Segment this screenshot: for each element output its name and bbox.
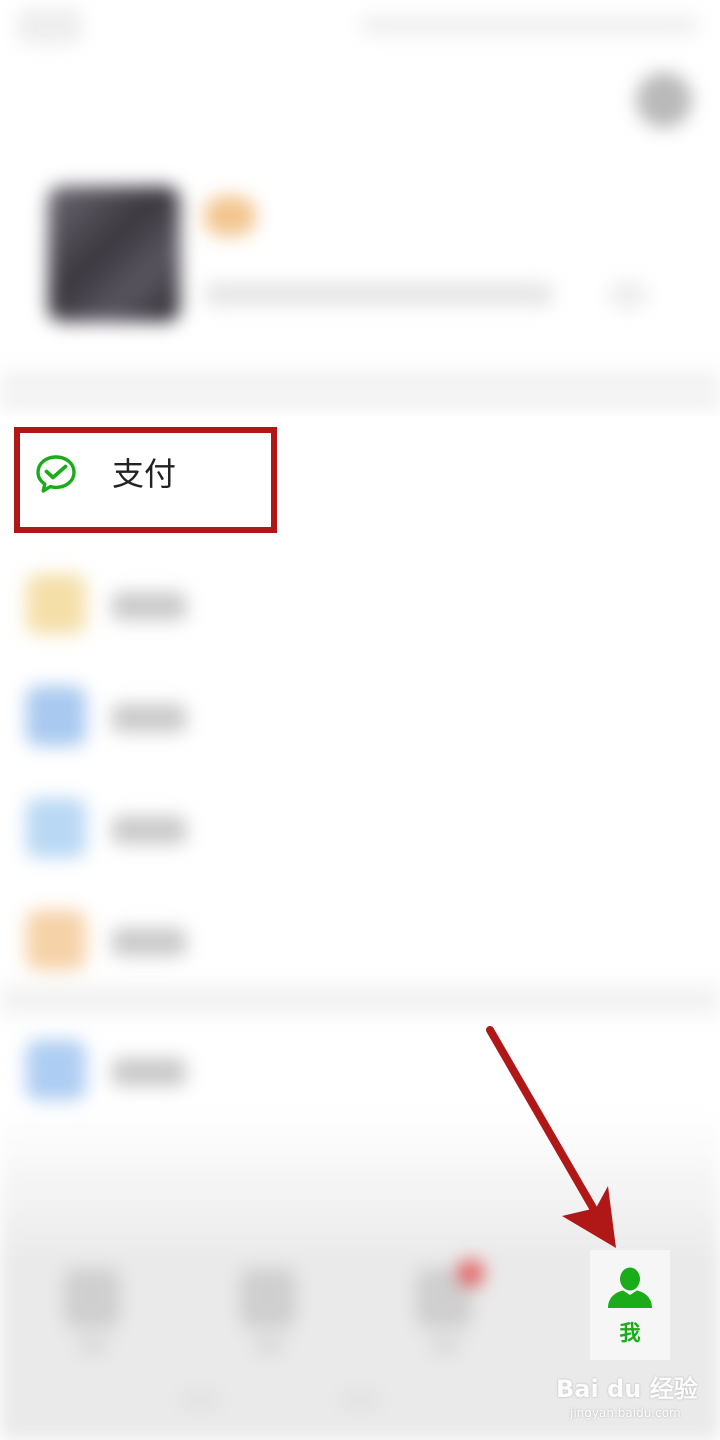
annotation-arrow <box>486 1026 616 1248</box>
list-item-label <box>112 1058 186 1086</box>
cards-icon <box>26 798 86 858</box>
profile-subtitle <box>204 282 554 306</box>
person-icon <box>608 1267 652 1308</box>
settings-icon <box>26 1040 86 1100</box>
tab-label <box>78 1336 108 1354</box>
list-item-label <box>112 928 186 956</box>
nav-back-icon <box>180 1392 220 1408</box>
highlight-box <box>14 427 277 533</box>
tab-label <box>254 1336 284 1354</box>
section-divider <box>0 985 720 1015</box>
baidu-watermark: Bai du 经验 jingyan.baidu.com <box>556 1374 706 1430</box>
top-left-control <box>18 8 82 44</box>
list-item-label <box>112 704 186 732</box>
watermark-main: Bai du 经验 <box>556 1375 698 1403</box>
favorites-icon <box>26 574 86 634</box>
list-item-label <box>112 592 186 620</box>
tab-me-label: 我 <box>619 1321 641 1345</box>
watermark-sub: jingyan.baidu.com <box>570 1406 681 1420</box>
status-bar-right <box>360 14 700 36</box>
profile-badge <box>204 196 256 236</box>
chats-icon <box>64 1268 120 1328</box>
avatar <box>48 186 180 322</box>
notification-dot <box>458 1260 484 1286</box>
stickers-icon <box>26 910 86 970</box>
camera-icon <box>636 72 692 128</box>
section-divider <box>0 370 720 414</box>
nav-home-icon <box>340 1392 380 1408</box>
moments-icon <box>26 686 86 746</box>
contacts-icon <box>240 1268 296 1328</box>
tab-label <box>430 1336 460 1354</box>
list-item-label <box>112 816 186 844</box>
chevron-right-icon <box>610 282 646 308</box>
